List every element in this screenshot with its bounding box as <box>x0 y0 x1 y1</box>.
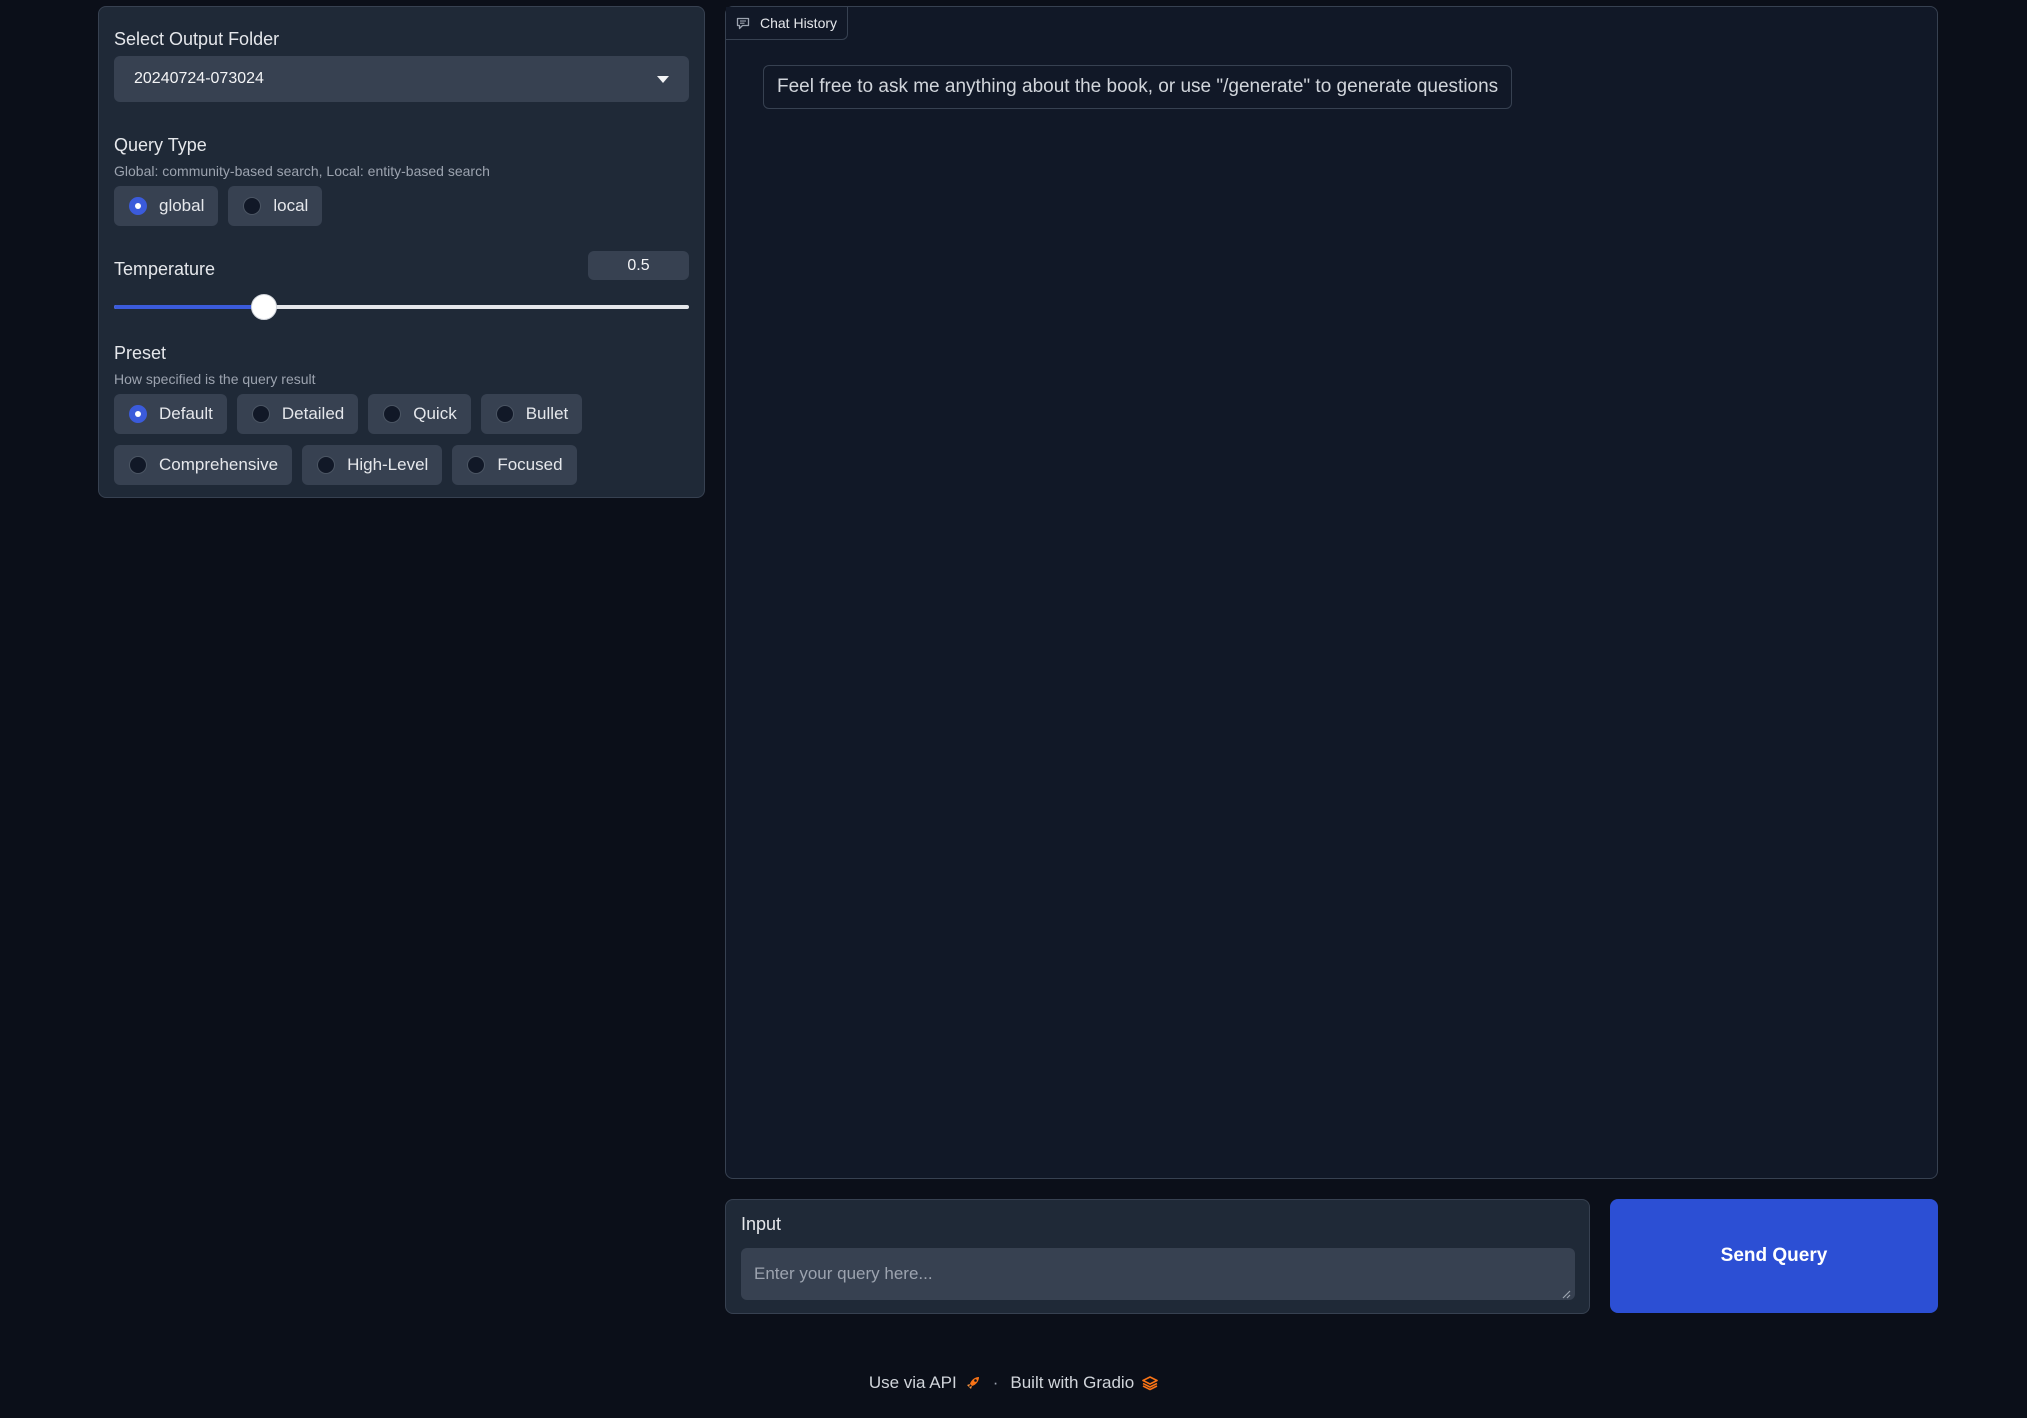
preset-info: How specified is the query result <box>114 371 316 387</box>
preset-option-label: Default <box>159 404 213 423</box>
output-folder-value: 20240724-073024 <box>134 70 264 87</box>
radio-unchecked-icon <box>495 405 514 423</box>
preset-label: Preset <box>114 343 167 363</box>
radio-unchecked-icon <box>129 456 147 474</box>
radio-unchecked-icon <box>243 197 262 215</box>
bot-message: Feel free to ask me anything about the b… <box>763 65 1513 109</box>
preset-option-focused[interactable]: Focused <box>452 445 577 485</box>
send-query-button[interactable]: Send Query <box>1610 1199 1938 1313</box>
preset-option-high-level[interactable]: High-Level <box>302 445 443 485</box>
query-type-label: Query Type <box>114 135 207 155</box>
chat-history-label: Chat History <box>726 7 849 40</box>
preset-option-quick[interactable]: Quick <box>368 394 471 434</box>
preset-option-label: Bullet <box>525 404 569 423</box>
footer: Use via API · Built with Gradio <box>0 1373 2027 1393</box>
rocket-icon <box>966 1377 979 1389</box>
chat-history-panel: Chat History Feel free to ask me anythin… <box>725 6 1938 1179</box>
footer-separator: · <box>992 1373 999 1392</box>
preset-radio-group-row2: Comprehensive High-Level Focused <box>114 445 577 485</box>
temperature-slider[interactable] <box>114 294 689 320</box>
preset-option-bullet[interactable]: Bullet <box>480 394 583 434</box>
preset-option-default[interactable]: Default <box>114 394 227 434</box>
query-type-option-label: local <box>273 196 309 215</box>
temperature-number-input[interactable]: 0.5 <box>588 251 689 280</box>
use-via-api-link[interactable]: Use via API <box>869 1373 957 1393</box>
query-type-info: Global: community-based search, Local: e… <box>114 163 490 179</box>
gradio-logo-icon <box>1142 1376 1158 1391</box>
output-folder-dropdown[interactable]: 20240724-073024 <box>114 56 689 102</box>
input-label: Input <box>741 1214 782 1234</box>
preset-radio-group-row1: Default Detailed Quick Bullet <box>114 394 583 434</box>
query-type-radio-group: global local <box>114 186 323 226</box>
radio-unchecked-icon <box>383 405 402 423</box>
query-type-option-global[interactable]: global <box>114 186 219 226</box>
radio-unchecked-icon <box>467 456 486 474</box>
slider-fill <box>114 305 264 309</box>
query-input[interactable] <box>741 1248 1575 1300</box>
slider-thumb[interactable] <box>250 294 277 320</box>
radio-unchecked-icon <box>317 456 336 474</box>
input-panel: Input <box>725 1199 1590 1314</box>
output-folder-label: Select Output Folder <box>114 29 280 49</box>
query-type-option-local[interactable]: local <box>228 186 323 226</box>
preset-option-label: Detailed <box>281 404 345 423</box>
chat-bubble-icon <box>736 17 750 29</box>
query-type-option-label: global <box>159 196 205 215</box>
preset-option-comprehensive[interactable]: Comprehensive <box>114 445 293 485</box>
chat-history-label-text: Chat History <box>760 15 838 31</box>
resize-handle-icon[interactable] <box>1562 1290 1571 1299</box>
preset-option-label: Quick <box>413 404 457 423</box>
preset-option-label: Focused <box>497 455 563 474</box>
built-with-gradio-link[interactable]: Built with Gradio <box>1010 1373 1134 1393</box>
radio-unchecked-icon <box>251 405 270 423</box>
preset-option-label: Comprehensive <box>159 455 279 474</box>
radio-checked-icon <box>129 405 147 423</box>
radio-checked-icon <box>129 197 147 215</box>
preset-option-label: High-Level <box>347 455 429 474</box>
temperature-label: Temperature <box>114 259 216 279</box>
preset-option-detailed[interactable]: Detailed <box>236 394 359 434</box>
chevron-down-icon <box>657 75 669 83</box>
settings-panel: Select Output Folder 20240724-073024 Que… <box>98 6 705 498</box>
